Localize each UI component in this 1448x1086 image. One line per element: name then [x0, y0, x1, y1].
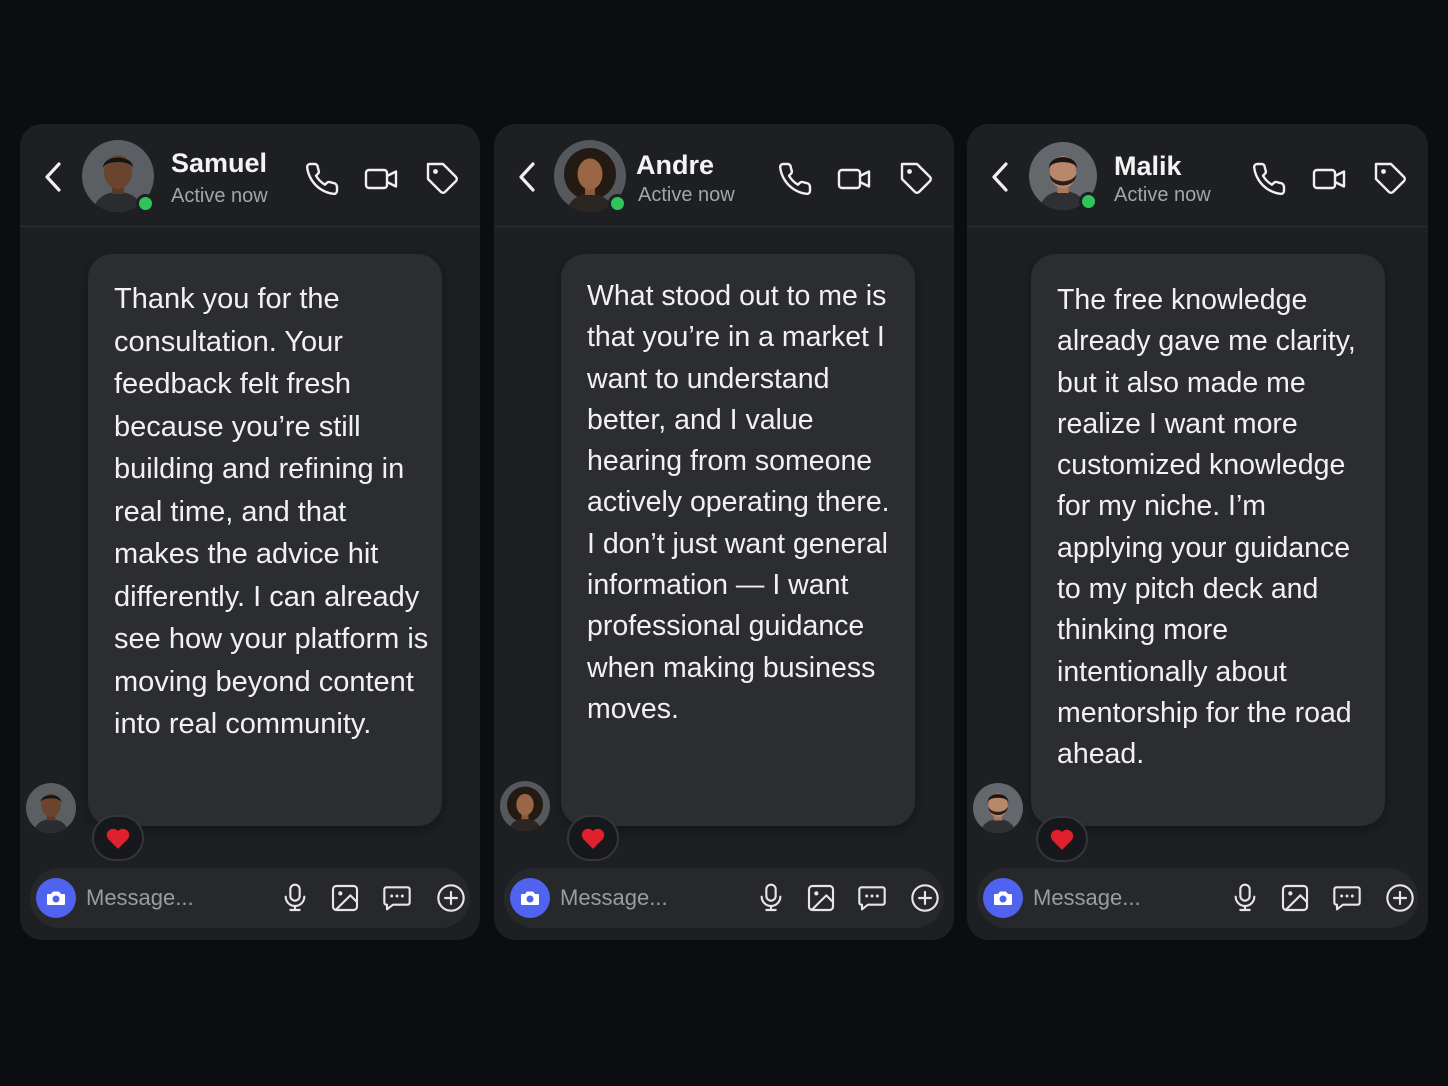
contact-name[interactable]: Malik — [1114, 151, 1182, 182]
contact-status: Active now — [1114, 184, 1211, 206]
message-composer — [977, 868, 1418, 928]
image-icon[interactable] — [805, 882, 837, 914]
chat-header: Andre Active now — [494, 124, 954, 227]
contact-name[interactable]: Andre — [636, 150, 714, 181]
chevron-left-icon[interactable] — [514, 159, 540, 195]
sender-avatar[interactable] — [500, 781, 550, 831]
chat-panel-malik: Malik Active now The free knowledge alre… — [967, 124, 1428, 940]
message-text: Thank you for the consultation. Your fee… — [114, 283, 429, 740]
camera-button[interactable] — [510, 878, 550, 918]
chat-bubble-dots-icon[interactable] — [1331, 882, 1363, 914]
phone-icon[interactable] — [304, 161, 340, 197]
message-input[interactable] — [560, 878, 730, 918]
online-status-dot — [608, 194, 627, 213]
chevron-left-icon[interactable] — [40, 159, 66, 195]
plus-circle-icon[interactable] — [1384, 882, 1416, 914]
image-icon[interactable] — [1279, 882, 1311, 914]
phone-icon[interactable] — [1251, 161, 1287, 197]
microphone-icon[interactable] — [755, 882, 787, 914]
chat-panels-stage: Samuel Active now Thank you for the cons… — [0, 0, 1448, 1086]
chevron-left-icon[interactable] — [987, 159, 1013, 195]
camera-button[interactable] — [36, 878, 76, 918]
video-camera-icon[interactable] — [836, 161, 872, 197]
camera-icon — [521, 891, 539, 905]
camera-icon — [994, 891, 1012, 905]
tag-icon[interactable] — [425, 161, 461, 197]
video-camera-icon[interactable] — [1311, 161, 1347, 197]
microphone-icon[interactable] — [279, 882, 311, 914]
chat-panel-samuel: Samuel Active now Thank you for the cons… — [20, 124, 480, 940]
plus-circle-icon[interactable] — [909, 882, 941, 914]
camera-button[interactable] — [983, 878, 1023, 918]
online-status-dot — [1079, 192, 1098, 211]
chat-bubble-dots-icon[interactable] — [856, 882, 888, 914]
heart-icon — [106, 828, 130, 849]
tag-icon[interactable] — [1373, 161, 1409, 197]
chat-panel-andre: Andre Active now What stood out to me is… — [494, 124, 954, 940]
message-input[interactable] — [86, 878, 256, 918]
tag-icon[interactable] — [899, 161, 935, 197]
online-status-dot — [136, 194, 155, 213]
message-bubble[interactable]: Thank you for the consultation. Your fee… — [88, 254, 442, 826]
chat-bubble-dots-icon[interactable] — [381, 882, 413, 914]
message-composer — [504, 868, 944, 928]
message-input[interactable] — [1033, 878, 1203, 918]
message-bubble[interactable]: What stood out to me is that you’re in a… — [561, 254, 915, 826]
contact-name[interactable]: Samuel — [171, 148, 267, 179]
contact-status: Active now — [638, 184, 735, 206]
reaction-badge[interactable] — [567, 815, 619, 861]
message-composer — [30, 868, 470, 928]
sender-avatar[interactable] — [26, 783, 76, 833]
microphone-icon[interactable] — [1229, 882, 1261, 914]
video-camera-icon[interactable] — [363, 161, 399, 197]
contact-avatar[interactable] — [554, 140, 627, 213]
plus-circle-icon[interactable] — [435, 882, 467, 914]
phone-icon[interactable] — [777, 161, 813, 197]
image-icon[interactable] — [329, 882, 361, 914]
sender-avatar[interactable] — [973, 783, 1023, 833]
message-text: What stood out to me is that you’re in a… — [587, 280, 890, 725]
chat-header: Samuel Active now — [20, 124, 480, 227]
message-text: The free knowledge already gave me clari… — [1057, 284, 1356, 771]
heart-icon — [581, 828, 605, 849]
reaction-badge[interactable] — [1036, 816, 1088, 862]
reaction-badge[interactable] — [92, 815, 144, 861]
chat-header: Malik Active now — [967, 124, 1427, 227]
heart-icon — [1050, 829, 1074, 850]
contact-avatar[interactable] — [82, 140, 155, 213]
contact-status: Active now — [171, 185, 268, 207]
contact-avatar[interactable] — [1029, 142, 1098, 211]
camera-icon — [47, 891, 65, 905]
message-bubble[interactable]: The free knowledge already gave me clari… — [1031, 254, 1385, 826]
